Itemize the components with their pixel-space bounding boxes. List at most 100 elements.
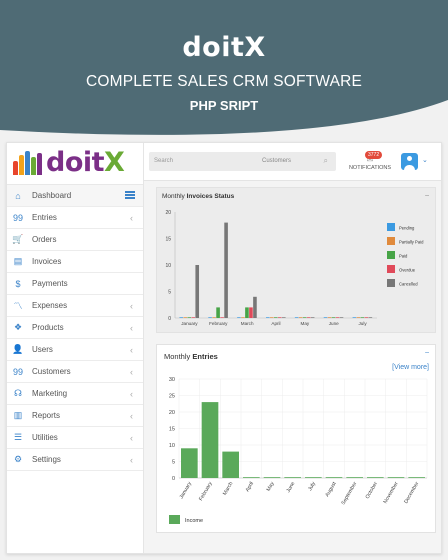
bar (325, 477, 343, 478)
x-tick-label: January (179, 481, 194, 500)
bar (360, 317, 365, 318)
sidebar-item-settings[interactable]: ⚙ Settings ‹ (7, 449, 143, 471)
bar (298, 317, 303, 318)
x-tick-label: May (301, 321, 310, 326)
chevron-left-icon: ‹ (130, 454, 133, 465)
search-scope-select[interactable]: Customers (262, 158, 291, 164)
promo-banner: doitX COMPLETE SALES CRM SOFTWARE PHP SR… (0, 0, 448, 150)
document-icon: ▤ (13, 256, 23, 266)
notifications-label: NOTIFICATIONS (348, 165, 392, 171)
y-tick-label: 15 (169, 427, 175, 433)
bar (187, 317, 192, 318)
bar (282, 317, 286, 318)
bar (387, 477, 405, 478)
notifications-button[interactable]: ✉ 3772 NOTIFICATIONS (348, 151, 392, 171)
y-tick-label: 20 (169, 410, 175, 416)
legend-label: Pending (399, 226, 415, 231)
bar (191, 317, 196, 318)
user-icon: 👤 (12, 344, 24, 354)
bar (306, 317, 311, 318)
bar (243, 477, 260, 478)
legend-swatch (387, 251, 395, 259)
sidebar-menu: ⌂ Dashboard 99 Entries ‹ 🛒 Orders ▤ Invoices $ Pay… (7, 184, 143, 471)
bar (310, 317, 315, 318)
sidebar-item-label: Invoices (32, 257, 62, 266)
sidebar-item-orders[interactable]: 🛒 Orders (7, 229, 143, 251)
sidebar-item-label: Users (32, 345, 53, 354)
sidebar-item-label: Orders (32, 235, 57, 244)
topbar: Search Customers ⌕ ✉ 3772 NOTIFICATIONS … (144, 143, 441, 181)
y-tick-label: 5 (172, 460, 175, 466)
bar (302, 317, 307, 318)
bar (179, 317, 184, 318)
sidebar-item-marketing[interactable]: ☊ Marketing ‹ (7, 383, 143, 405)
bar (183, 317, 188, 318)
x-tick-label: October (365, 481, 380, 500)
sidebar-item-invoices[interactable]: ▤ Invoices (7, 251, 143, 273)
bar (220, 317, 224, 318)
sidebar-item-products[interactable]: ❖ Products ‹ (7, 317, 143, 339)
avatar-body (404, 165, 415, 170)
sidebar-item-users[interactable]: 👤 Users ‹ (7, 339, 143, 361)
bar (270, 317, 274, 318)
x-tick-label: April (271, 321, 280, 326)
avatar[interactable] (401, 153, 418, 170)
bar (284, 477, 301, 478)
y-tick-label: 0 (168, 316, 171, 322)
search-input[interactable]: Search (154, 158, 173, 164)
x-tick-label: January (181, 321, 198, 326)
sidebar-item-dashboard[interactable]: ⌂ Dashboard (7, 185, 143, 207)
bar (274, 317, 278, 318)
sidebar-item-customers[interactable]: 99 Customers ‹ (7, 361, 143, 383)
x-tick-label: June (329, 321, 339, 326)
chevron-left-icon: ‹ (130, 410, 133, 421)
sidebar-item-expenses[interactable]: 〽 Expenses ‹ (7, 295, 143, 317)
legend-swatch (169, 515, 180, 524)
x-tick-label: April (245, 481, 255, 493)
bar (278, 317, 282, 318)
logo-text: doitX (46, 149, 125, 176)
y-tick-label: 10 (165, 263, 171, 269)
sidebar-item-utilities[interactable]: ☰ Utilities ‹ (7, 427, 143, 449)
sidebar-item-label: Utilities (32, 433, 58, 442)
legend-label: Paid (399, 254, 408, 259)
x-tick-label: May (266, 481, 276, 493)
entries-chart: 0 5 10 15 20 25 30 January February March April May… (169, 377, 428, 524)
x-tick-label: December (403, 481, 420, 505)
bar (352, 317, 357, 318)
sidebar: doitX ⌂ Dashboard 99 Entries ‹ 🛒 Orders ▤ Invoic… (7, 143, 144, 553)
bar (323, 317, 328, 318)
bar (305, 477, 322, 478)
x-tick-label: March (222, 481, 234, 497)
sidebar-item-label: Customers (32, 367, 71, 376)
sidebar-item-label: Reports (32, 411, 61, 420)
notification-count-badge: 3772 (365, 151, 383, 159)
invoices-status-chart: 0 5 10 15 20 January February March April May June… (165, 210, 424, 326)
logo-bar (37, 153, 42, 175)
list-icon: ☰ (13, 432, 23, 442)
legend-swatch (387, 265, 395, 273)
sidebar-item-payments[interactable]: $ Payments (7, 273, 143, 295)
x-tick-label: February (198, 481, 214, 502)
legend-label: Overdue (399, 268, 416, 273)
sidebar-item-entries[interactable]: 99 Entries ‹ (7, 207, 143, 229)
quote-icon: 99 (12, 212, 23, 223)
search-bar[interactable]: Search Customers ⌕ (149, 152, 336, 171)
chevron-left-icon: ‹ (130, 212, 133, 223)
logo-bars-icon (13, 149, 43, 175)
chevron-down-icon[interactable]: ⌄ (422, 156, 428, 164)
x-tick-label: July (358, 321, 367, 326)
bar (266, 317, 270, 318)
bar (331, 317, 336, 318)
search-icon[interactable]: ⌕ (324, 156, 328, 166)
bar (237, 317, 241, 318)
bar (222, 451, 239, 478)
dollar-icon: $ (15, 278, 21, 289)
sidebar-item-reports[interactable]: ▥ Reports ‹ (7, 405, 143, 427)
bar (208, 317, 212, 318)
logo[interactable]: doitX (7, 143, 143, 181)
invoices-status-card: Monthly Invoices Status – 0 5 10 15 20 Januar… (156, 187, 436, 333)
chevron-left-icon: ‹ (130, 388, 133, 399)
menu-toggle-icon[interactable] (125, 191, 135, 199)
legend-label: Income (185, 518, 203, 524)
